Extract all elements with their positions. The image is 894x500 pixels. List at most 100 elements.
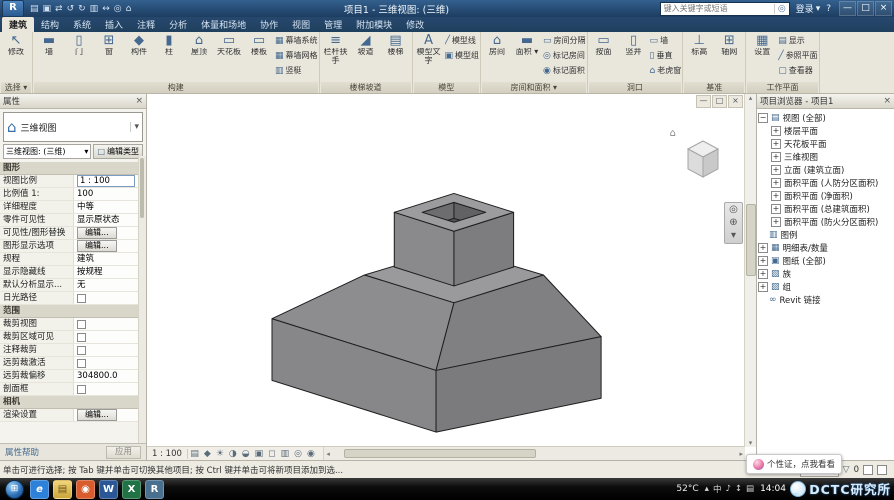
- crop-view-icon[interactable]: ▣: [252, 449, 266, 459]
- expand-collapse-icon[interactable]: [758, 296, 766, 304]
- section-header-graphics[interactable]: 图形 ▴: [0, 162, 146, 175]
- property-row[interactable]: 零件可见性 显示原状态: [0, 214, 146, 227]
- ribbon-tool[interactable]: ▭ 墙: [650, 33, 682, 48]
- ribbon-tool[interactable]: ▬ 墙: [34, 33, 64, 65]
- show-hidden-icon[interactable]: ▴: [705, 484, 709, 494]
- tree-item[interactable]: + 面积平面 (人防分区面积): [758, 176, 893, 189]
- filter-icon[interactable]: ▽: [843, 465, 850, 475]
- property-value[interactable]: 编辑...: [77, 227, 117, 239]
- property-row[interactable]: 显示隐藏线 按规程: [0, 266, 146, 279]
- property-row[interactable]: 渲染设置 编辑...: [0, 409, 146, 422]
- property-row[interactable]: 图形显示选项 编辑...: [0, 240, 146, 253]
- ribbon-tool[interactable]: ▤ 显示: [778, 33, 817, 48]
- ribbon-group-label[interactable]: 基准: [684, 82, 744, 93]
- ribbon-tool[interactable]: ⌂ 老虎窗: [650, 63, 682, 78]
- ribbon-tool[interactable]: ▯ 竖井: [619, 33, 649, 65]
- view-minimize-icon[interactable]: —: [696, 95, 711, 108]
- ribbon-tab[interactable]: 修改: [399, 17, 431, 32]
- property-row[interactable]: 裁剪视图: [0, 318, 146, 331]
- scrollbar-thumb[interactable]: [140, 158, 144, 218]
- ribbon-tab[interactable]: 插入: [98, 17, 130, 32]
- sync-icon[interactable]: ⇄: [53, 4, 65, 14]
- property-checkbox[interactable]: [77, 333, 86, 342]
- ribbon-tool[interactable]: ▦ 设置: [747, 33, 777, 65]
- ribbon-tool[interactable]: ◉ 标记面积: [543, 63, 586, 78]
- ribbon-tool[interactable]: ▭ 房间分隔: [543, 33, 586, 48]
- view-close-icon[interactable]: ×: [728, 95, 743, 108]
- action-center-icon[interactable]: ▤: [746, 484, 754, 494]
- rendering-dialog-icon[interactable]: ◒: [239, 449, 252, 459]
- tree-item[interactable]: + ▣ 图纸 (全部): [758, 254, 893, 267]
- ribbon-tool[interactable]: ▯ 门: [64, 33, 94, 65]
- property-value[interactable]: 显示原状态: [77, 214, 120, 226]
- ribbon-tab[interactable]: 分析: [162, 17, 194, 32]
- section-header-camera[interactable]: 相机 ▴: [0, 396, 146, 409]
- property-row[interactable]: 裁剪区域可见: [0, 331, 146, 344]
- visual-style-icon[interactable]: ◆: [201, 449, 213, 459]
- unlocked-view-icon[interactable]: ◉: [305, 449, 318, 459]
- explorer-icon[interactable]: ▤: [53, 480, 72, 499]
- network-icon[interactable]: ↕: [735, 484, 742, 494]
- scrollbar-thumb[interactable]: [746, 204, 756, 276]
- ribbon-tool[interactable]: ▦ 幕墙网格: [275, 48, 318, 63]
- tree-item[interactable]: + 三维视图: [758, 150, 893, 163]
- tree-item[interactable]: + 楼层平面: [758, 124, 893, 137]
- tree-item[interactable]: + 面积平面 (净面积): [758, 189, 893, 202]
- property-row[interactable]: 详细程度 中等: [0, 201, 146, 214]
- tree-item[interactable]: + ▨ 组: [758, 280, 893, 293]
- minimize-button[interactable]: —: [839, 1, 856, 16]
- excel-icon[interactable]: X: [122, 480, 141, 499]
- ribbon-tab[interactable]: 管理: [317, 17, 349, 32]
- vertical-scrollbar[interactable]: ▴ ▾: [744, 94, 756, 447]
- expand-collapse-icon[interactable]: +: [758, 269, 768, 279]
- shadows-icon[interactable]: ◑: [226, 449, 239, 459]
- expand-collapse-icon[interactable]: +: [758, 256, 768, 266]
- property-row[interactable]: 可见性/图形替换 编辑...: [0, 227, 146, 240]
- model-3d-view[interactable]: [147, 94, 745, 447]
- undo-icon[interactable]: ↺: [65, 4, 77, 14]
- close-button[interactable]: ×: [875, 1, 892, 16]
- expand-collapse-icon[interactable]: +: [771, 152, 781, 162]
- ribbon-tool[interactable]: ⊞ 轴网: [714, 33, 744, 65]
- ribbon-tool[interactable]: ▦ 幕墙系统: [275, 33, 318, 48]
- scroll-left-icon[interactable]: ◂: [324, 450, 332, 458]
- viewcube[interactable]: [680, 134, 726, 184]
- application-menu-button[interactable]: R: [2, 0, 24, 17]
- ribbon-tool[interactable]: ⊥ 标高: [684, 33, 714, 65]
- ie-icon[interactable]: e: [30, 480, 49, 499]
- expand-collapse-icon[interactable]: +: [758, 282, 768, 292]
- property-row[interactable]: 日光路径: [0, 292, 146, 305]
- property-value[interactable]: 中等: [77, 201, 94, 213]
- popup-bubble[interactable]: 个性证，点我看看: [746, 454, 842, 474]
- property-checkbox[interactable]: [77, 320, 86, 329]
- view-restore-icon[interactable]: □: [712, 95, 727, 108]
- home-icon[interactable]: ⌂: [670, 128, 676, 139]
- expand-collapse-icon[interactable]: +: [758, 243, 768, 253]
- scrollbar-thumb[interactable]: [344, 449, 535, 458]
- expand-collapse-icon[interactable]: +: [771, 126, 781, 136]
- property-checkbox[interactable]: [77, 294, 86, 303]
- expand-collapse-icon[interactable]: −: [758, 113, 768, 123]
- ribbon-tab[interactable]: 附加模块: [349, 17, 399, 32]
- property-value[interactable]: 100: [77, 188, 93, 200]
- expand-collapse-icon[interactable]: +: [771, 178, 781, 188]
- chevron-down-icon[interactable]: ▾: [130, 122, 139, 132]
- scroll-up-icon[interactable]: ▴: [749, 94, 753, 102]
- tree-item[interactable]: ∞ Revit 链接: [758, 293, 893, 306]
- ribbon-tab[interactable]: 体量和场地: [194, 17, 253, 32]
- tree-item[interactable]: − ▤ 视图 (全部): [758, 111, 893, 124]
- property-row[interactable]: 剖面框: [0, 383, 146, 396]
- ribbon-tab[interactable]: 建筑: [2, 17, 34, 32]
- ribbon-group-label[interactable]: 房间和面积 ▾: [482, 82, 586, 93]
- ribbon-tool[interactable]: ≡ 栏杆扶手: [321, 33, 351, 65]
- close-icon[interactable]: ×: [135, 96, 143, 106]
- ribbon-tool[interactable]: ╱ 参照平面: [778, 48, 817, 63]
- open-icon[interactable]: ▤: [28, 4, 41, 14]
- ribbon-tool[interactable]: ⊞ 窗: [94, 33, 124, 65]
- scale-control[interactable]: 1 : 100: [147, 449, 188, 459]
- apply-button[interactable]: 应用: [106, 446, 141, 459]
- zoom-icon[interactable]: ⊕: [729, 218, 737, 228]
- property-row[interactable]: 远剪裁激活: [0, 357, 146, 370]
- expand-collapse-icon[interactable]: +: [771, 217, 781, 227]
- ribbon-tool[interactable]: ▮ 柱: [154, 33, 184, 65]
